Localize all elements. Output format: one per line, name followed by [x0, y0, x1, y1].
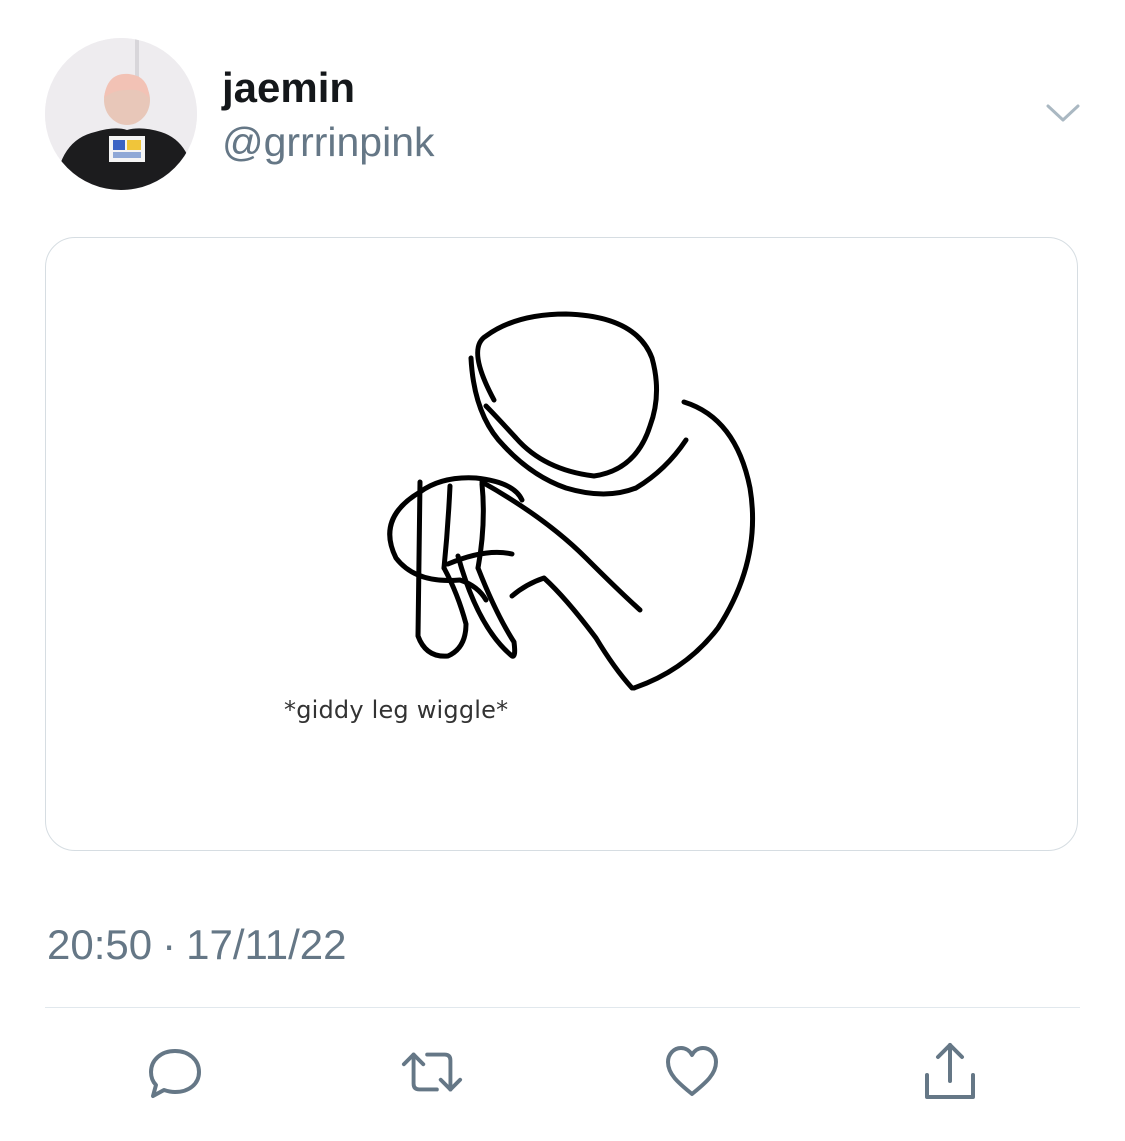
avatar-photo — [45, 38, 197, 190]
chevron-down-icon — [1046, 104, 1080, 122]
author-handle[interactable]: @grrrinpink — [222, 118, 435, 166]
divider — [45, 1007, 1080, 1008]
author-display-name[interactable]: jaemin — [222, 64, 355, 112]
share-button[interactable] — [918, 1040, 982, 1104]
more-options-button[interactable] — [1040, 96, 1086, 130]
timestamp-separator: · — [162, 921, 177, 968]
reply-button[interactable] — [143, 1040, 207, 1104]
heart-icon — [666, 1046, 718, 1096]
doodle-drawing — [387, 311, 756, 691]
tweet-media[interactable]: *giddy leg wiggle* — [45, 237, 1078, 851]
like-button[interactable] — [660, 1040, 724, 1104]
media-caption: *giddy leg wiggle* — [284, 696, 509, 724]
share-icon — [925, 1043, 975, 1099]
avatar[interactable] — [45, 38, 197, 190]
retweet-icon — [401, 1052, 463, 1092]
retweet-button[interactable] — [400, 1040, 464, 1104]
tweet-date: 17/11/22 — [186, 921, 347, 968]
tweet-time: 20:50 — [47, 921, 153, 968]
reply-icon — [149, 1049, 201, 1098]
tweet-timestamp: 20:50 · 17/11/22 — [47, 920, 346, 970]
